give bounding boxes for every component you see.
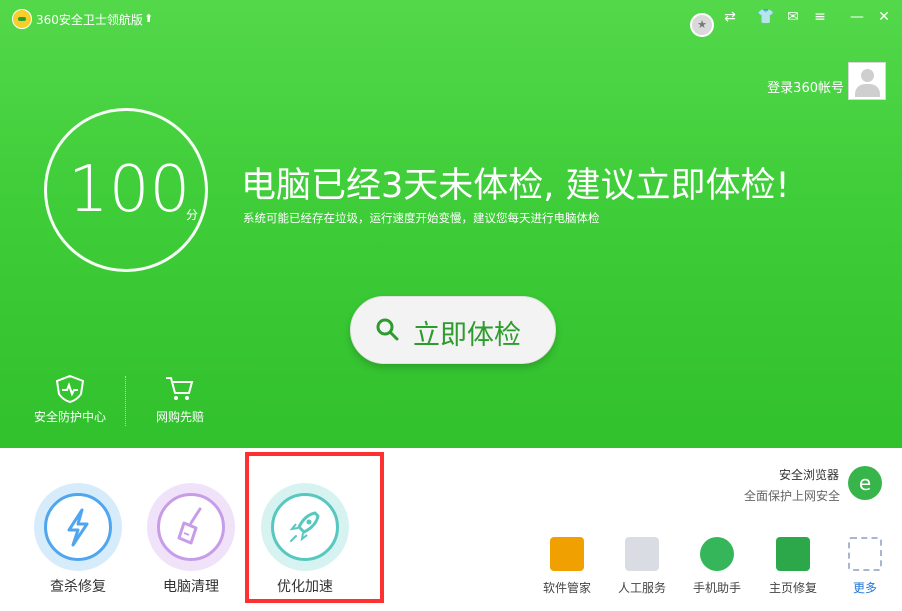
phone-assistant-icon bbox=[700, 537, 734, 571]
app-logo-icon bbox=[12, 9, 32, 29]
quick-app-phone-assistant[interactable]: 手机助手 bbox=[682, 537, 752, 596]
search-icon bbox=[376, 318, 399, 341]
menu-icon[interactable]: ≡ bbox=[809, 8, 831, 26]
scan-button-label: 立即体检 bbox=[413, 320, 521, 351]
status-headline: 电脑已经3天未体检, 建议立即体检! bbox=[241, 166, 790, 206]
quick-app-label: 手机助手 bbox=[692, 581, 741, 595]
shield-icon bbox=[55, 374, 85, 404]
status-subline: 系统可能已经存在垃圾，运行速度开始变慢，建议您每天进行电脑体检 bbox=[243, 211, 600, 225]
feature-inner bbox=[44, 493, 112, 561]
selection-highlight bbox=[245, 452, 384, 603]
share-icon[interactable]: ⇄ bbox=[719, 8, 741, 26]
login-link[interactable]: 登录360帐号 bbox=[767, 77, 844, 96]
app-title: 360安全卫士领航版 bbox=[36, 13, 143, 27]
scan-button[interactable]: 立即体检 bbox=[350, 296, 556, 364]
software-manager-icon bbox=[550, 537, 584, 571]
quick-app-label: 主页修复 bbox=[768, 581, 817, 595]
close-icon[interactable]: ✕ bbox=[873, 8, 895, 26]
tool-shopping-guarantee[interactable]: 网购先赔 bbox=[140, 374, 220, 425]
avatar[interactable] bbox=[848, 62, 886, 100]
feedback-icon[interactable]: ✉ bbox=[782, 8, 804, 26]
title-bar: 360安全卫士领航版 ⬆ ★ ⇄ 👕 ✉ ≡ — ✕ bbox=[0, 0, 902, 37]
quick-app-home-repair[interactable]: 主页修复 bbox=[758, 537, 828, 596]
skin-icon[interactable]: 👕 bbox=[755, 8, 777, 26]
avatar-body-icon bbox=[855, 84, 880, 97]
browser-promo-title[interactable]: 安全浏览器 bbox=[779, 466, 839, 483]
browser-promo-subtitle[interactable]: 全面保护上网安全 bbox=[744, 487, 840, 504]
minimize-icon[interactable]: — bbox=[846, 8, 868, 26]
feature-label: 查杀修复 bbox=[50, 579, 106, 595]
tool-label: 安全防护中心 bbox=[33, 410, 106, 424]
lightning-icon bbox=[67, 508, 89, 547]
score-unit: 分 bbox=[186, 208, 199, 222]
quick-app-label: 人工服务 bbox=[617, 581, 666, 595]
tool-label: 网购先赔 bbox=[155, 410, 204, 424]
header-tools: 安全防护中心 网购先赔 bbox=[30, 374, 220, 434]
feature-label: 电脑清理 bbox=[163, 579, 219, 595]
tool-security-center[interactable]: 安全防护中心 bbox=[30, 374, 110, 425]
customer-service-icon bbox=[625, 537, 659, 571]
shopping-cart-icon bbox=[166, 377, 194, 400]
more-icon bbox=[848, 537, 882, 571]
quick-app-label: 软件管家 bbox=[542, 581, 591, 595]
avatar-head-icon bbox=[861, 69, 874, 82]
broom-icon bbox=[177, 507, 202, 545]
quick-app-customer-service[interactable]: 人工服务 bbox=[607, 537, 677, 596]
feature-inner bbox=[157, 493, 225, 561]
grade-badge-icon[interactable]: ★ bbox=[690, 13, 714, 37]
score-value: 100 bbox=[68, 153, 191, 227]
upgrade-arrow-icon[interactable]: ⬆ bbox=[144, 12, 153, 25]
main-header: 360安全卫士领航版 ⬆ ★ ⇄ 👕 ✉ ≡ — ✕ 登录360帐号 100 分… bbox=[0, 0, 902, 448]
quick-app-software-manager[interactable]: 软件管家 bbox=[532, 537, 602, 596]
quick-app-label: 更多 bbox=[852, 581, 877, 595]
quick-app-more[interactable]: 更多 bbox=[830, 537, 900, 596]
home-repair-icon bbox=[776, 537, 810, 571]
tool-divider bbox=[125, 376, 126, 426]
browser-icon[interactable]: e bbox=[848, 466, 882, 500]
